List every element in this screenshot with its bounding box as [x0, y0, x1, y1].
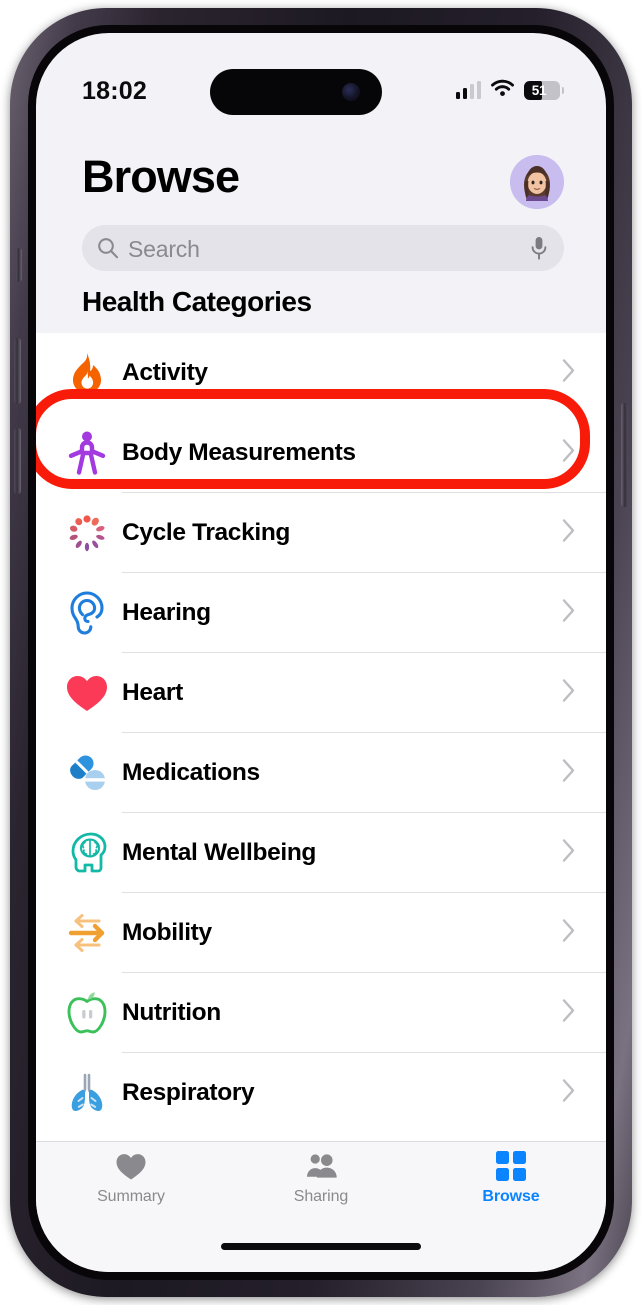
- category-label: Mobility: [122, 919, 212, 946]
- chevron-right-icon: [562, 439, 576, 468]
- section-title: Health Categories: [82, 286, 312, 317]
- apple-icon: [64, 990, 110, 1036]
- battery-level: 51: [531, 82, 547, 98]
- category-label: Medications: [122, 759, 260, 786]
- category-label: Cycle Tracking: [122, 519, 291, 546]
- page-title: Browse: [82, 151, 240, 202]
- chevron-right-icon: [562, 519, 576, 548]
- microphone-icon[interactable]: [528, 235, 550, 266]
- category-label: Heart: [122, 679, 183, 706]
- status-indicators: 51: [455, 77, 564, 103]
- battery-icon: 51: [524, 80, 564, 100]
- tab-sharing[interactable]: Sharing: [226, 1148, 416, 1228]
- power-button[interactable]: [621, 403, 628, 507]
- head-brain-icon: [64, 830, 110, 876]
- tab-browse[interactable]: Browse: [416, 1148, 606, 1228]
- tab-label: Summary: [97, 1188, 165, 1205]
- profile-avatar[interactable]: [510, 155, 564, 209]
- ear-icon: [64, 590, 110, 636]
- status-bar: 18:02 51: [36, 33, 606, 133]
- health-categories-list: Activity Body Measurements Cycle Trackin…: [36, 333, 606, 1142]
- body-figure-icon: [64, 430, 110, 476]
- people-icon: [302, 1148, 340, 1184]
- category-row-respiratory[interactable]: Respiratory: [36, 1053, 606, 1133]
- arrows-exchange-icon: [64, 910, 110, 956]
- volume-up-button[interactable]: [14, 338, 21, 404]
- volume-down-button[interactable]: [14, 428, 21, 494]
- category-row-hearing[interactable]: Hearing: [36, 573, 606, 653]
- tab-label: Sharing: [293, 1188, 349, 1205]
- category-label: Body Measurements: [122, 439, 356, 466]
- heart-icon: [64, 670, 110, 716]
- chevron-right-icon: [562, 919, 576, 948]
- cellular-signal-icon: [455, 81, 481, 99]
- cycle-burst-icon: [64, 510, 110, 556]
- chevron-right-icon: [562, 839, 576, 868]
- pill-capsule-icon: [64, 750, 110, 796]
- category-row-nutrition[interactable]: Nutrition: [36, 973, 606, 1053]
- category-row-mental-wellbeing[interactable]: Mental Wellbeing: [36, 813, 606, 893]
- heart-icon: [115, 1148, 147, 1184]
- wifi-icon: [490, 78, 515, 102]
- phone-screen: 18:02 51 Browse Search Health Categories…: [36, 33, 606, 1272]
- front-camera-icon: [342, 83, 360, 101]
- dynamic-island: [210, 69, 382, 115]
- chevron-right-icon: [562, 999, 576, 1028]
- search-input[interactable]: Search: [82, 225, 564, 271]
- category-label: Nutrition: [122, 999, 221, 1026]
- tab-label: Browse: [482, 1188, 540, 1205]
- category-label: Hearing: [122, 599, 211, 626]
- home-indicator[interactable]: [221, 1243, 421, 1250]
- silent-switch[interactable]: [16, 248, 22, 282]
- chevron-right-icon: [562, 759, 576, 788]
- chevron-right-icon: [562, 359, 576, 388]
- category-row-medications[interactable]: Medications: [36, 733, 606, 813]
- navigation-header: Browse Search Health Categories: [36, 133, 606, 333]
- tab-summary[interactable]: Summary: [36, 1148, 226, 1228]
- category-row-cycle-tracking[interactable]: Cycle Tracking: [36, 493, 606, 573]
- tab-bar: Summary Sharing Browse: [36, 1141, 606, 1272]
- grid-icon: [496, 1148, 526, 1184]
- phone-bezel: 18:02 51 Browse Search Health Categories…: [28, 25, 614, 1280]
- flame-icon: [64, 350, 110, 396]
- category-row-activity[interactable]: Activity: [36, 333, 606, 489]
- category-row-mobility[interactable]: Mobility: [36, 893, 606, 973]
- chevron-right-icon: [562, 679, 576, 708]
- phone-frame: 18:02 51 Browse Search Health Categories…: [10, 8, 632, 1297]
- chevron-right-icon: [562, 1079, 576, 1108]
- category-row-body-measurements[interactable]: Body Measurements: [36, 413, 606, 493]
- chevron-right-icon: [562, 599, 576, 628]
- category-label: Respiratory: [122, 1079, 255, 1106]
- category-row-heart[interactable]: Heart: [36, 653, 606, 733]
- search-icon: [96, 236, 120, 265]
- category-label: Mental Wellbeing: [122, 839, 317, 866]
- status-time: 18:02: [82, 77, 147, 105]
- lungs-icon: [64, 1070, 110, 1116]
- search-placeholder: Search: [128, 236, 200, 262]
- category-label: Activity: [122, 359, 208, 386]
